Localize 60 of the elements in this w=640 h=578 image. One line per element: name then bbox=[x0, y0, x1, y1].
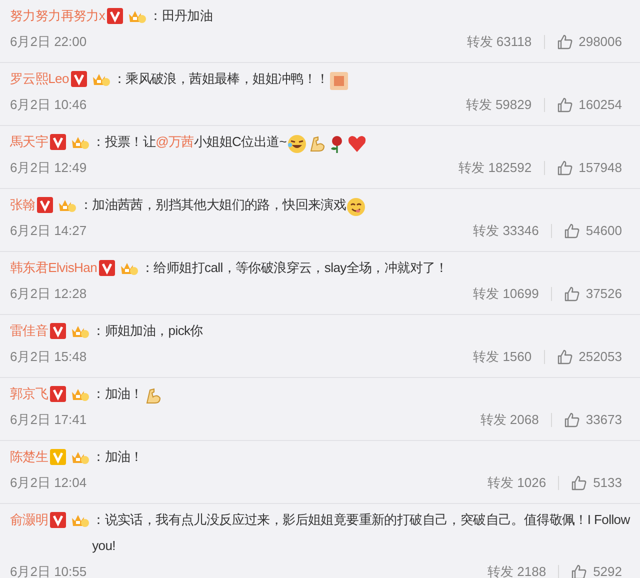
repost-link[interactable]: 转发 1560 bbox=[473, 347, 532, 367]
comment-text: ：给师姐打call，等你破浪穿云，slay全场，冲就对了！ bbox=[141, 259, 448, 277]
user-name[interactable]: 俞灏明 bbox=[10, 507, 48, 533]
like-count[interactable]: 298006 bbox=[578, 32, 622, 52]
thumbs-up-icon[interactable] bbox=[564, 286, 580, 302]
user-name[interactable]: 雷佳音 bbox=[10, 318, 48, 344]
thumbs-up-icon[interactable] bbox=[571, 564, 588, 578]
comment-time: 6月2日 15:48 bbox=[10, 348, 87, 366]
comment-text: ：说实话，我有点儿没反应过来，影后姐姐竟要重新的打破自己，突破自己。值得敬佩！I Follow you! bbox=[92, 511, 632, 555]
thumbs-up-icon[interactable] bbox=[571, 475, 588, 491]
laughing-face-icon bbox=[286, 134, 307, 154]
repost-link[interactable]: 转发 1026 bbox=[488, 473, 546, 493]
comment-time: 6月2日 12:49 bbox=[10, 159, 87, 178]
comment-time: 6月2日 14:27 bbox=[10, 222, 87, 240]
comment-text: ：加油！ bbox=[92, 385, 143, 403]
comment-text: ：加油茜茜，别挡其他大姐们的路，快回来演戏 bbox=[79, 196, 346, 214]
user-name[interactable]: 郭京飞 bbox=[10, 381, 48, 407]
user-name[interactable]: 陈楚生 bbox=[10, 444, 48, 470]
thumbs-up-icon[interactable] bbox=[556, 160, 573, 176]
thumbs-up-icon[interactable] bbox=[556, 349, 573, 365]
thumbs-up-icon[interactable] bbox=[556, 34, 573, 50]
comment-text: ：投票！让 bbox=[92, 133, 156, 151]
comment-text: ：田丹加油 bbox=[149, 7, 213, 25]
thumbs-up-icon[interactable] bbox=[564, 412, 580, 428]
repost-link[interactable]: 转发 182592 bbox=[458, 158, 532, 178]
thumbs-up-icon[interactable] bbox=[556, 97, 573, 113]
comment-time: 6月2日 10:46 bbox=[10, 96, 87, 114]
smiling-face-icon bbox=[346, 197, 366, 217]
comment-text: ：师姐加油，pick你 bbox=[92, 322, 203, 340]
repost-link[interactable]: 转发 10699 bbox=[473, 284, 539, 304]
stamp-icon bbox=[328, 71, 349, 91]
user-name[interactable]: 张翰 bbox=[10, 192, 36, 218]
user-name[interactable]: 韩东君ElvisHan bbox=[10, 255, 97, 281]
thumbs-up-icon[interactable] bbox=[564, 223, 580, 239]
comment-time: 6月2日 10:55 bbox=[10, 563, 87, 578]
comment-text: ：乘风破浪，茜姐最棒，姐姐冲鸭！！ bbox=[112, 70, 329, 88]
comment-time: 6月2日 12:28 bbox=[10, 285, 87, 304]
heart-icon bbox=[346, 134, 367, 154]
comment-time: 6月2日 12:04 bbox=[10, 474, 87, 492]
user-name[interactable]: 馬天宇 bbox=[10, 129, 48, 155]
like-count[interactable]: 54600 bbox=[586, 221, 622, 241]
comment-time: 6月2日 22:00 bbox=[10, 33, 87, 52]
comment-text: ：加油！ bbox=[92, 448, 143, 466]
like-count[interactable]: 5292 bbox=[593, 562, 622, 578]
like-count[interactable]: 160254 bbox=[578, 95, 622, 115]
user-name[interactable]: 罗云熙Leo bbox=[10, 66, 69, 92]
comment-time: 6月2日 17:41 bbox=[10, 411, 87, 430]
mention-link[interactable]: @万茜 bbox=[156, 129, 194, 155]
repost-link[interactable]: 转发 33346 bbox=[473, 221, 539, 241]
user-name[interactable]: 努力努力再努力x bbox=[10, 3, 106, 29]
like-count[interactable]: 33673 bbox=[586, 410, 622, 430]
like-count[interactable]: 157948 bbox=[578, 158, 622, 178]
repost-link[interactable]: 转发 63118 bbox=[466, 32, 532, 52]
like-count[interactable]: 5133 bbox=[593, 473, 622, 493]
comment-text: 小姐姐C位出道~ bbox=[194, 133, 287, 151]
repost-link[interactable]: 转发 59829 bbox=[466, 95, 532, 115]
like-count[interactable]: 252053 bbox=[578, 347, 622, 367]
repost-link[interactable]: 转发 2188 bbox=[488, 562, 546, 578]
repost-link[interactable]: 转发 2068 bbox=[480, 410, 539, 430]
like-count[interactable]: 37526 bbox=[586, 284, 622, 304]
